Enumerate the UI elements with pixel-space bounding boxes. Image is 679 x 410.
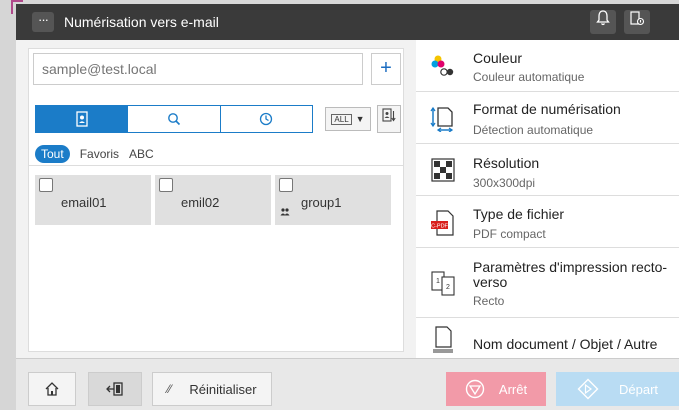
index-dropdown-value: ALL [331, 113, 352, 125]
filter-tabs: Tout Favoris ABC [35, 145, 154, 163]
tab-search[interactable] [128, 106, 221, 132]
start-icon [577, 378, 599, 400]
header-bar: ··· Numérisation vers e-mail [16, 4, 679, 40]
filter-abc[interactable]: ABC [129, 147, 154, 161]
destination-tile[interactable]: emil02 [155, 175, 271, 225]
setting-title: Paramètres d'impression recto-verso [473, 259, 668, 290]
reset-label: Réinitialiser [189, 381, 257, 397]
frame-accent-mark [11, 0, 13, 14]
page-title: Numérisation vers e-mail [64, 14, 219, 30]
reset-button[interactable]: ⁄⁄ Réinitialiser [152, 372, 272, 406]
destination-tile[interactable]: group1 [275, 175, 391, 225]
group-icon [280, 208, 290, 218]
main-content: + ALL ▼ Tout Favoris ABC em [16, 40, 679, 358]
setting-title: Résolution [473, 155, 540, 171]
caret-down-icon: ▼ [355, 114, 365, 124]
destination-checkbox[interactable] [39, 178, 53, 192]
clock-icon [260, 112, 273, 126]
frame-accent-mark-horizontal [11, 0, 23, 2]
destination-panel: + ALL ▼ Tout Favoris ABC em [28, 48, 404, 352]
tab-address-book[interactable] [36, 106, 129, 132]
bottom-bar: ⁄⁄ Réinitialiser Arrêt Départ [16, 358, 679, 410]
duplex-icon-text-front: 1 [436, 278, 440, 285]
destination-label: email01 [61, 195, 107, 210]
search-icon [168, 113, 181, 126]
destination-checkbox[interactable] [279, 178, 293, 192]
notification-bell-icon[interactable] [590, 10, 616, 34]
duplex-icon: 12 [428, 268, 458, 298]
settings-panel: Couleur Couleur automatique Format de nu… [416, 40, 679, 358]
setting-title: Couleur [473, 50, 523, 66]
color-icon [428, 51, 458, 81]
setting-title: Format de numérisation [473, 101, 621, 117]
logout-icon [106, 382, 123, 396]
setting-value: Recto [473, 294, 505, 308]
document-name-icon [428, 324, 458, 354]
tab-history[interactable] [221, 106, 312, 132]
setting-title: Nom document / Objet / Autre [473, 336, 658, 352]
add-address-button[interactable]: + [371, 53, 401, 85]
setting-document-name[interactable]: Nom document / Objet / Autre [416, 318, 679, 358]
destination-label: group1 [301, 195, 342, 210]
setting-value: Couleur automatique [473, 70, 585, 84]
menu-button[interactable]: ··· [32, 12, 54, 32]
home-button[interactable] [28, 372, 76, 406]
logout-button[interactable] [88, 372, 142, 406]
filter-favorites[interactable]: Favoris [80, 147, 119, 161]
setting-color[interactable]: Couleur Couleur automatique [416, 40, 679, 92]
left-frame [0, 0, 23, 410]
destination-view-tabs [35, 105, 313, 133]
device-status-icon[interactable] [624, 10, 650, 34]
sort-icon [382, 108, 396, 122]
home-icon [45, 382, 59, 396]
sort-button[interactable] [377, 105, 401, 133]
setting-file-type[interactable]: C-PDF Type de fichier PDF compact [416, 196, 679, 248]
setting-resolution[interactable]: Résolution 300x300dpi [416, 144, 679, 196]
setting-value: 300x300dpi [473, 176, 536, 190]
file-type-icon: C-PDF [428, 208, 458, 238]
destination-tile[interactable]: email01 [35, 175, 151, 225]
stop-button[interactable]: Arrêt [446, 372, 546, 406]
index-dropdown[interactable]: ALL ▼ [325, 107, 371, 131]
file-type-icon-text: C-PDF [431, 224, 448, 230]
filter-all[interactable]: Tout [35, 145, 70, 163]
duplex-icon-text-back: 2 [446, 284, 450, 291]
setting-value: Détection automatique [473, 123, 594, 137]
setting-title: Type de fichier [473, 206, 565, 222]
address-book-icon [76, 111, 88, 127]
email-address-input[interactable] [33, 53, 363, 85]
destination-checkbox[interactable] [159, 178, 173, 192]
destination-label: emil02 [181, 195, 220, 210]
resolution-icon [428, 155, 458, 185]
divider [29, 165, 403, 166]
start-label: Départ [618, 381, 659, 397]
scan-size-icon [428, 103, 458, 133]
stop-label: Arrêt [498, 381, 528, 397]
setting-value: PDF compact [473, 227, 546, 241]
setting-scan-size[interactable]: Format de numérisation Détection automat… [416, 92, 679, 144]
start-button[interactable]: Départ [556, 372, 679, 406]
stop-icon [465, 379, 485, 399]
setting-duplex[interactable]: 12 Paramètres d'impression recto-verso R… [416, 248, 679, 318]
eraser-icon: ⁄⁄ [167, 382, 172, 396]
